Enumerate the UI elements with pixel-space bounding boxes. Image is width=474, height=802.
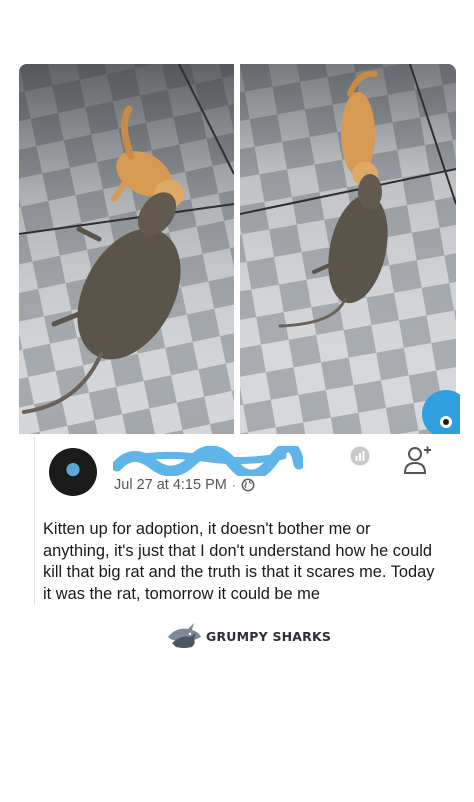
floating-bubble-icon[interactable]: [420, 388, 470, 439]
post-timestamp[interactable]: Jul 27 at 4:15 PM: [114, 477, 227, 493]
photo-collage: [19, 64, 456, 434]
insights-icon[interactable]: [350, 446, 370, 466]
brand-watermark: GRUMPY SHARKS: [166, 621, 331, 651]
post-card: Jul 27 at 4:15 PM · Kitten up for adopti…: [34, 437, 443, 605]
brand-name: GRUMPY SHARKS: [206, 628, 332, 644]
avatar[interactable]: [49, 448, 97, 496]
photo-left[interactable]: [19, 64, 234, 434]
globe-icon: [241, 478, 255, 492]
shark-logo-icon: [168, 623, 201, 648]
add-friend-icon[interactable]: [404, 445, 432, 475]
meta-separator: ·: [231, 478, 236, 492]
photo-right[interactable]: [240, 64, 456, 434]
name-redaction-scribble: [113, 446, 303, 476]
post-meta: Jul 27 at 4:15 PM ·: [114, 477, 255, 493]
post-text: Kitten up for adoption, it doesn't bothe…: [43, 520, 435, 603]
